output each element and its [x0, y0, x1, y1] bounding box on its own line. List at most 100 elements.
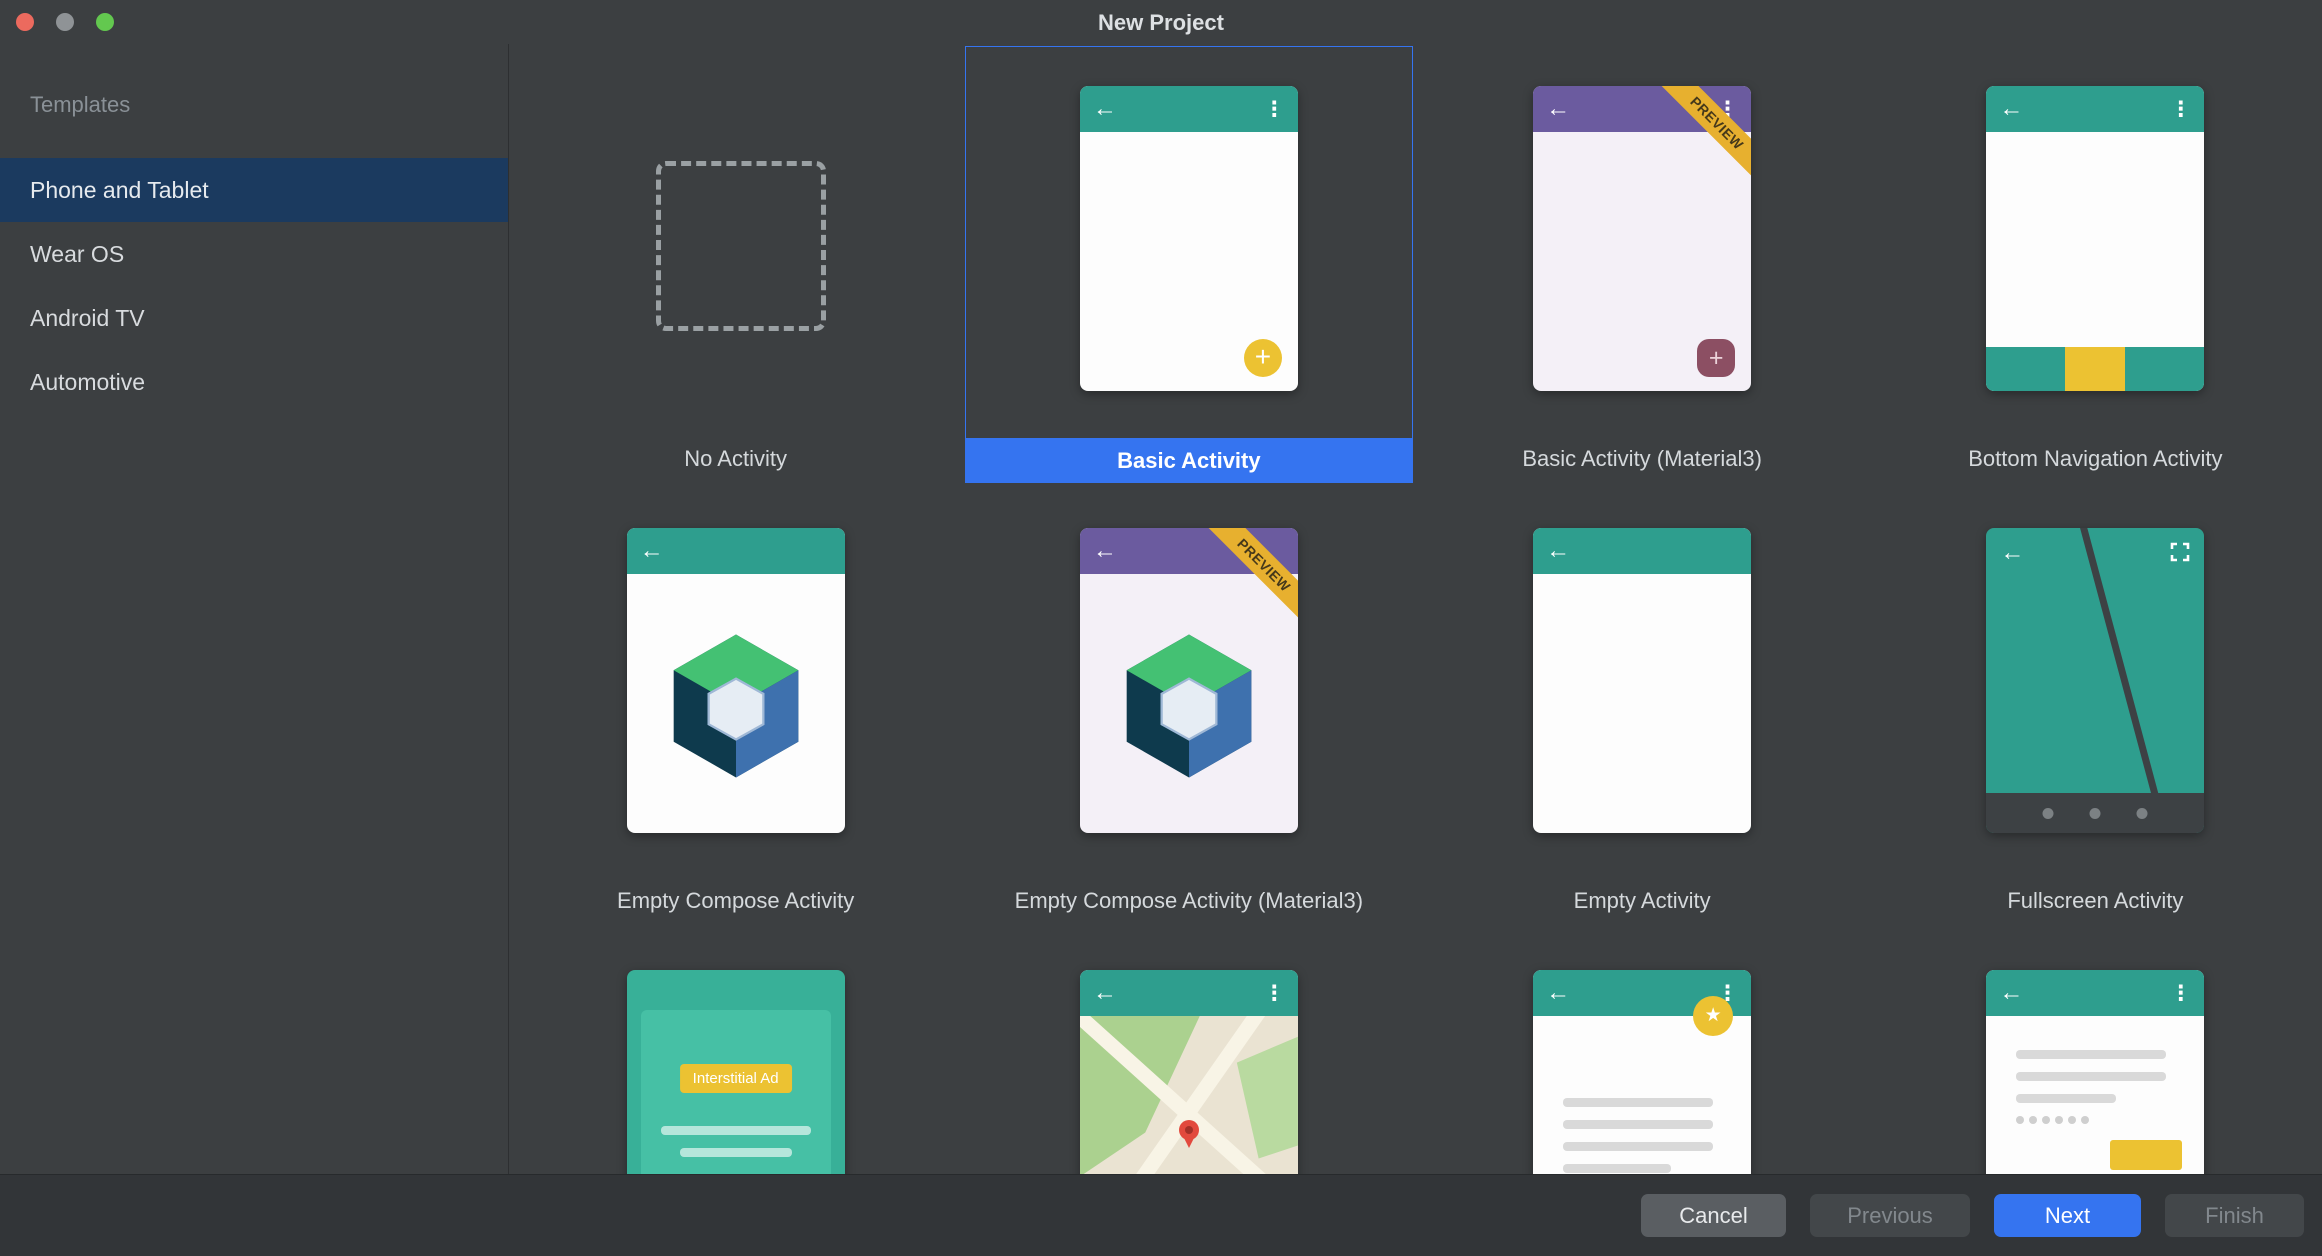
window-title: New Project	[0, 0, 2322, 46]
device-nav-dots	[2043, 808, 2148, 819]
password-dots	[2016, 1116, 2089, 1124]
template-card-empty-compose-activity-material3[interactable]: ← PREVIEW Empty Compose Activity (Materi…	[962, 488, 1415, 930]
titlebar: New Project	[0, 0, 2322, 44]
placeholder-line	[1563, 1098, 1713, 1107]
fab-plus-icon: +	[1697, 339, 1735, 377]
template-card-bottom-navigation-activity[interactable]: ← ⋮ Bottom Navigation Activity	[1869, 46, 2322, 488]
placeholder-line	[661, 1126, 811, 1135]
back-arrow-icon: ←	[1546, 539, 1570, 563]
fab-plus-icon: +	[1244, 339, 1282, 377]
sidebar-item-android-tv[interactable]: Android TV	[0, 286, 508, 350]
sidebar-item-automotive[interactable]: Automotive	[0, 350, 508, 414]
placeholder-line	[1563, 1120, 1713, 1129]
dialog-footer: Cancel Previous Next Finish	[0, 1174, 2322, 1256]
map-pin-icon	[1179, 1120, 1199, 1140]
new-project-dialog: New Project Templates Phone and Tablet W…	[0, 0, 2322, 1256]
sidebar-item-label: Wear OS	[30, 241, 124, 267]
template-grid: No Activity ← ⋮ + Basic Activity ← ⋮ PRE…	[509, 44, 2322, 1174]
back-arrow-icon: ←	[1093, 97, 1117, 121]
placeholder-line	[1563, 1142, 1713, 1151]
kebab-menu-icon: ⋮	[2170, 983, 2191, 1004]
template-card-fullscreen-activity[interactable]: ← Fullscreen Activity	[1869, 488, 2322, 930]
dot	[2068, 1116, 2076, 1124]
back-arrow-icon: ←	[640, 539, 664, 563]
diagonal-divider	[1986, 528, 2204, 833]
template-card-basic-activity-material3[interactable]: ← ⋮ PREVIEW + Basic Activity (Material3)	[1416, 46, 1869, 488]
template-label: Empty Compose Activity (Material3)	[962, 888, 1415, 914]
dot	[2090, 808, 2101, 819]
login-submit-button-placeholder	[2110, 1140, 2182, 1170]
sidebar: Templates Phone and Tablet Wear OS Andro…	[0, 44, 509, 1174]
template-card-scrolling-activity[interactable]: ← ⋮ ★	[1416, 930, 1869, 1174]
placeholder-line	[2016, 1050, 2166, 1059]
dot	[2055, 1116, 2063, 1124]
placeholder-line	[1563, 1164, 1671, 1173]
preview-appbar: ← ⋮	[1986, 970, 2204, 1016]
preview-appbar: ← ⋮	[1986, 86, 2204, 132]
sidebar-item-wear-os[interactable]: Wear OS	[0, 222, 508, 286]
finish-button[interactable]: Finish	[2165, 1194, 2304, 1237]
preview-appbar: ← ⋮	[1080, 86, 1298, 132]
templates-header: Templates	[0, 44, 508, 158]
placeholder-line	[2016, 1072, 2166, 1081]
dot	[2042, 1116, 2050, 1124]
template-card-admob-ads-activity[interactable]: Interstitial Ad	[509, 930, 962, 1174]
placeholder-line	[2016, 1094, 2116, 1103]
basic-activity-preview: ← ⋮ +	[1080, 86, 1298, 391]
previous-button[interactable]: Previous	[1810, 1194, 1970, 1237]
compose-m3-preview: ← PREVIEW	[1080, 528, 1298, 833]
kebab-menu-icon: ⋮	[1264, 983, 1285, 1004]
back-arrow-icon: ←	[1546, 981, 1570, 1005]
empty-activity-preview: ←	[1533, 528, 1751, 833]
dot	[2137, 808, 2148, 819]
bottom-nav-selected-tab	[2065, 347, 2125, 391]
dot	[2029, 1116, 2037, 1124]
fullscreen-expand-icon	[2168, 540, 2192, 564]
fab-star-icon: ★	[1693, 996, 1733, 1036]
back-arrow-icon: ←	[1093, 539, 1117, 563]
map-body	[1080, 1016, 1298, 1174]
maps-preview: ← ⋮	[1080, 970, 1298, 1174]
admob-preview: Interstitial Ad	[627, 970, 845, 1174]
template-label: Basic Activity (Material3)	[1416, 446, 1869, 472]
sidebar-item-label: Automotive	[30, 369, 145, 395]
fullscreen-preview: ←	[1986, 528, 2204, 833]
back-arrow-icon: ←	[1999, 981, 2023, 1005]
compose-preview: ←	[627, 528, 845, 833]
back-arrow-icon: ←	[1999, 97, 2023, 121]
template-card-basic-activity[interactable]: ← ⋮ + Basic Activity	[962, 46, 1415, 488]
kebab-menu-icon: ⋮	[2170, 99, 2191, 120]
kebab-menu-icon: ⋮	[1264, 99, 1285, 120]
preview-appbar: ←	[627, 528, 845, 574]
bottom-nav-preview: ← ⋮	[1986, 86, 2204, 391]
ad-container: Interstitial Ad	[641, 1010, 831, 1174]
back-arrow-icon: ←	[1546, 97, 1570, 121]
back-arrow-icon: ←	[2000, 539, 2024, 567]
template-card-google-maps-activity[interactable]: ← ⋮	[962, 930, 1415, 1174]
placeholder-line	[680, 1148, 792, 1157]
no-activity-placeholder	[656, 161, 826, 331]
dot	[2043, 808, 2054, 819]
preview-appbar: ←	[1533, 528, 1751, 574]
scrolling-preview: ← ⋮ ★	[1533, 970, 1751, 1174]
template-label: No Activity	[509, 446, 962, 472]
dot	[2016, 1116, 2024, 1124]
back-arrow-icon: ←	[1093, 981, 1117, 1005]
sidebar-item-label: Phone and Tablet	[30, 177, 209, 203]
template-label: Empty Activity	[1416, 888, 1869, 914]
login-preview: ← ⋮	[1986, 970, 2204, 1174]
dot	[2081, 1116, 2089, 1124]
sidebar-item-label: Android TV	[30, 305, 145, 331]
sidebar-item-phone-and-tablet[interactable]: Phone and Tablet	[0, 158, 508, 222]
compose-logo-icon	[1113, 630, 1265, 782]
template-label: Bottom Navigation Activity	[1869, 446, 2322, 472]
compose-logo-icon	[660, 630, 812, 782]
template-label: Empty Compose Activity	[509, 888, 962, 914]
cancel-button[interactable]: Cancel	[1641, 1194, 1786, 1237]
template-card-no-activity[interactable]: No Activity	[509, 46, 962, 488]
next-button[interactable]: Next	[1994, 1194, 2141, 1237]
template-card-empty-activity[interactable]: ← Empty Activity	[1416, 488, 1869, 930]
template-card-empty-compose-activity[interactable]: ← Empty Compose Activity	[509, 488, 962, 930]
template-card-login-activity[interactable]: ← ⋮	[1869, 930, 2322, 1174]
interstitial-ad-button: Interstitial Ad	[680, 1064, 792, 1093]
